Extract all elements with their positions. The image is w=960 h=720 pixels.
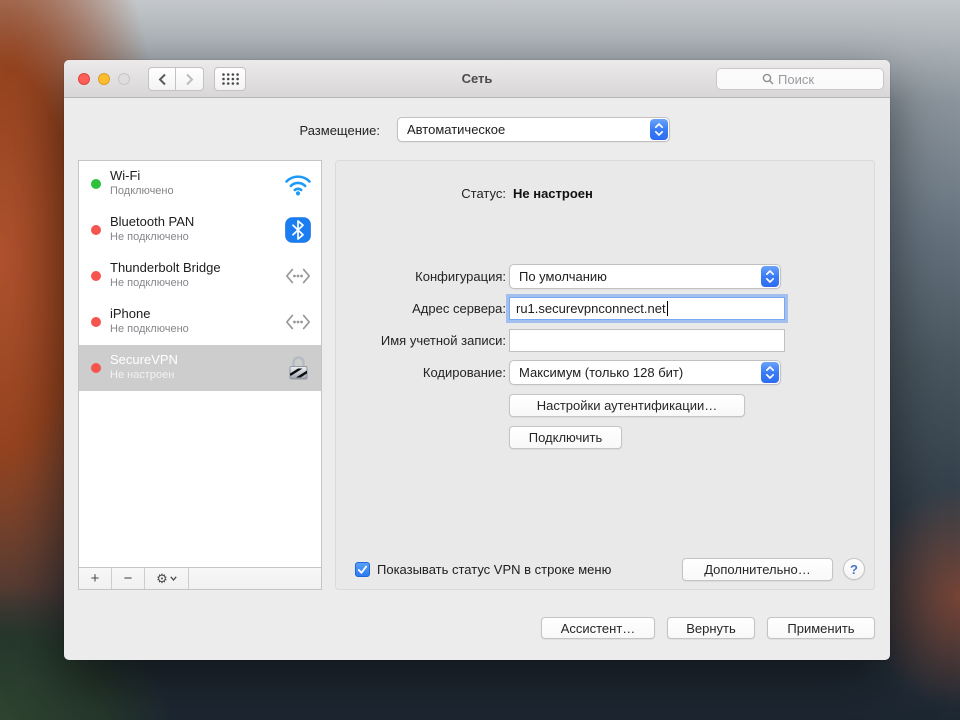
service-detail-panel: Статус: Не настроен Конфигурация: По умо… [335, 160, 875, 590]
encryption-popup[interactable]: Максимум (только 128 бит) [509, 360, 781, 385]
service-status: Не настроен [110, 369, 174, 381]
service-status: Не подключено [110, 231, 189, 243]
action-menu-button[interactable]: ⚙ [145, 568, 189, 589]
vpn-lock-icon [284, 354, 312, 382]
gear-icon: ⚙ [156, 571, 168, 587]
service-name: Bluetooth PAN [110, 214, 194, 229]
network-preferences-window: Сеть Размещение: Автоматическое Wi-Fi По… [64, 60, 890, 660]
popup-stepper-icon [761, 266, 779, 287]
service-row-wifi[interactable]: Wi-Fi Подключено [79, 161, 321, 207]
wifi-icon [284, 170, 312, 198]
assistant-button[interactable]: Ассистент… [541, 617, 655, 639]
account-name-label: Имя учетной записи: [336, 333, 506, 348]
advanced-button[interactable]: Дополнительно… [682, 558, 833, 581]
location-value: Автоматическое [407, 122, 505, 137]
service-status: Не подключено [110, 277, 189, 289]
show-vpn-status-label: Показывать статус VPN в строке меню [377, 562, 611, 577]
location-popup[interactable]: Автоматическое [397, 117, 670, 142]
service-row-iphone[interactable]: iPhone Не подключено [79, 299, 321, 345]
text-cursor [667, 301, 668, 316]
remove-service-button[interactable]: − [112, 568, 145, 589]
status-dot-red [91, 225, 101, 235]
service-status: Не подключено [110, 323, 189, 335]
popup-stepper-icon [650, 119, 668, 140]
server-address-label: Адрес сервера: [336, 301, 506, 316]
bridge-icon [284, 262, 312, 290]
configuration-label: Конфигурация: [336, 269, 506, 284]
search-icon [762, 73, 774, 85]
service-name: Wi-Fi [110, 168, 140, 183]
configuration-popup[interactable]: По умолчанию [509, 264, 781, 289]
search-field[interactable] [716, 68, 884, 90]
configuration-value: По умолчанию [519, 269, 607, 284]
auth-settings-button[interactable]: Настройки аутентификации… [509, 394, 745, 417]
status-dot-red [91, 317, 101, 327]
show-vpn-status-checkbox[interactable] [355, 562, 370, 577]
status-dot-red [91, 363, 101, 373]
service-name: SecureVPN [110, 352, 178, 367]
add-service-button[interactable]: + [79, 568, 112, 589]
apply-button[interactable]: Применить [767, 617, 875, 639]
encryption-label: Кодирование: [336, 365, 506, 380]
status-label: Статус: [336, 186, 506, 201]
title-bar[interactable]: Сеть [64, 60, 890, 98]
status-dot-green [91, 179, 101, 189]
location-label: Размещение: [224, 123, 380, 138]
bluetooth-icon [284, 216, 312, 244]
popup-stepper-icon [761, 362, 779, 383]
revert-button[interactable]: Вернуть [667, 617, 755, 639]
help-button[interactable]: ? [843, 558, 865, 580]
services-list: Wi-Fi Подключено Bluetooth PAN Не подклю… [78, 160, 322, 590]
account-name-field[interactable] [509, 329, 785, 352]
service-row-bluetooth-pan[interactable]: Bluetooth PAN Не подключено [79, 207, 321, 253]
search-input[interactable] [778, 72, 838, 87]
service-row-thunderbolt-bridge[interactable]: Thunderbolt Bridge Не подключено [79, 253, 321, 299]
service-row-securevpn[interactable]: SecureVPN Не настроен [79, 345, 321, 391]
bridge-icon [284, 308, 312, 336]
service-name: iPhone [110, 306, 150, 321]
checkmark-icon [357, 565, 368, 575]
service-name: Thunderbolt Bridge [110, 260, 221, 275]
encryption-value: Максимум (только 128 бит) [519, 365, 683, 380]
status-value: Не настроен [513, 186, 593, 201]
services-list-toolbar: + − ⚙ [79, 567, 321, 589]
server-address-value: ru1.securevpnconnect.net [516, 301, 666, 316]
status-dot-red [91, 271, 101, 281]
chevron-down-icon [170, 576, 177, 581]
question-mark-icon: ? [850, 562, 858, 577]
connect-button[interactable]: Подключить [509, 426, 622, 449]
server-address-field[interactable]: ru1.securevpnconnect.net [509, 297, 785, 320]
service-status: Подключено [110, 185, 174, 197]
